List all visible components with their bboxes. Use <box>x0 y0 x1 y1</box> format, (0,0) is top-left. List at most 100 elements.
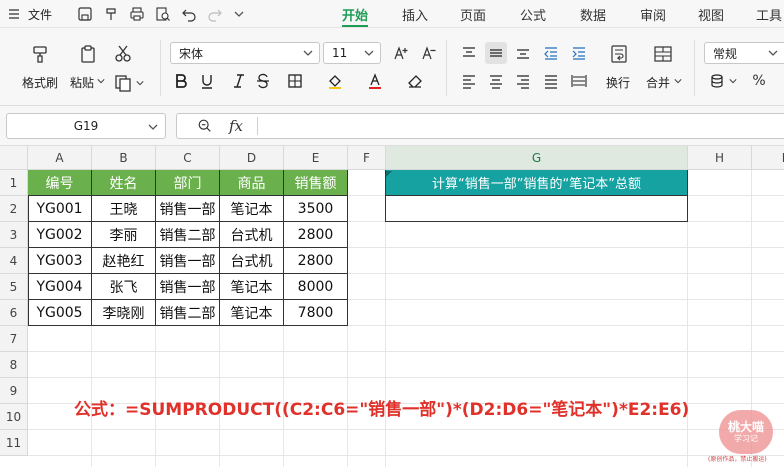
table-cell[interactable]: YG003 <box>28 248 92 274</box>
wrap-text-label[interactable]: 换行 <box>606 74 630 91</box>
column-header-c[interactable]: C <box>156 146 220 170</box>
column-header-h[interactable]: H <box>688 146 752 170</box>
file-menu[interactable]: 文件 <box>28 0 52 28</box>
table-cell[interactable]: 李晓刚 <box>92 300 156 326</box>
paste-dropdown-icon[interactable] <box>96 76 106 86</box>
table-cell[interactable]: 8000 <box>284 274 348 300</box>
wrap-text-icon[interactable] <box>607 42 631 66</box>
column-header-g[interactable]: G <box>386 146 688 170</box>
table-cell[interactable]: YG002 <box>28 222 92 248</box>
font-color-icon[interactable] <box>364 70 386 92</box>
column-header-e[interactable]: E <box>284 146 348 170</box>
decrease-font-icon[interactable] <box>418 42 440 64</box>
decrease-indent-icon[interactable] <box>540 42 562 64</box>
insert-function-button[interactable]: fx <box>229 117 243 135</box>
merge-cells-icon[interactable] <box>651 42 675 66</box>
row-header-4[interactable]: 4 <box>0 248 28 274</box>
format-painter-icon[interactable] <box>28 42 52 66</box>
table-header-cell[interactable]: 编号 <box>28 170 92 196</box>
spreadsheet-grid[interactable]: A B C D E F G H I 1 2 3 4 5 6 7 8 9 10 1… <box>0 146 784 467</box>
table-cell[interactable]: 笔记本 <box>220 300 284 326</box>
copy-dropdown-icon[interactable] <box>135 78 145 88</box>
row-header-8[interactable]: 8 <box>0 352 28 378</box>
cut-icon[interactable] <box>112 42 134 64</box>
tab-formula[interactable]: 公式 <box>520 0 546 28</box>
row-header-5[interactable]: 5 <box>0 274 28 300</box>
table-cell[interactable]: 李丽 <box>92 222 156 248</box>
print-icon[interactable] <box>128 5 146 23</box>
table-cell[interactable]: 笔记本 <box>220 274 284 300</box>
copy-icon[interactable] <box>112 72 134 94</box>
name-box[interactable]: G19 <box>6 113 166 139</box>
row-header-7[interactable]: 7 <box>0 326 28 352</box>
tab-page[interactable]: 页面 <box>460 0 486 28</box>
table-cell[interactable]: 2800 <box>284 248 348 274</box>
table-header-cell[interactable]: 部门 <box>156 170 220 196</box>
clear-format-icon[interactable] <box>404 70 426 92</box>
align-bottom-icon[interactable] <box>512 42 534 64</box>
tab-data[interactable]: 数据 <box>580 0 606 28</box>
table-header-cell[interactable]: 销售额 <box>284 170 348 196</box>
save-icon[interactable] <box>76 5 94 23</box>
quick-access-dropdown-icon[interactable] <box>230 5 248 23</box>
table-header-cell[interactable]: 商品 <box>220 170 284 196</box>
table-header-cell[interactable]: 姓名 <box>92 170 156 196</box>
table-cell[interactable]: YG005 <box>28 300 92 326</box>
strikethrough-icon[interactable] <box>252 70 274 92</box>
number-format-select[interactable]: 常规 <box>704 42 784 64</box>
paste-icon[interactable] <box>76 42 100 66</box>
zoom-search-icon[interactable] <box>197 118 215 136</box>
tab-tools[interactable]: 工具 <box>756 0 782 28</box>
merge-dropdown-icon[interactable] <box>673 76 683 86</box>
format-painter-label[interactable]: 格式刷 <box>22 74 58 91</box>
currency-icon[interactable] <box>706 70 728 92</box>
row-header-11[interactable]: 11 <box>0 430 28 456</box>
column-header-d[interactable]: D <box>220 146 284 170</box>
align-center-icon[interactable] <box>485 70 507 92</box>
table-cell[interactable]: 2800 <box>284 222 348 248</box>
table-cell[interactable]: 台式机 <box>220 222 284 248</box>
tab-review[interactable]: 审阅 <box>640 0 666 28</box>
distributed-align-icon[interactable] <box>568 70 590 92</box>
table-cell[interactable]: 台式机 <box>220 248 284 274</box>
row-header-10[interactable]: 10 <box>0 404 28 430</box>
paste-label[interactable]: 粘贴 <box>70 74 94 91</box>
underline-icon[interactable] <box>196 70 218 92</box>
percent-button[interactable]: % <box>748 70 770 92</box>
tab-insert[interactable]: 插入 <box>402 0 428 28</box>
bold-icon[interactable] <box>170 70 192 92</box>
undo-icon[interactable] <box>180 5 198 23</box>
answer-cell[interactable] <box>386 196 688 222</box>
font-name-select[interactable]: 宋体 <box>170 42 320 64</box>
table-cell[interactable]: YG001 <box>28 196 92 222</box>
borders-icon[interactable] <box>284 70 306 92</box>
tab-home[interactable]: 开始 <box>342 0 369 28</box>
select-all-corner[interactable] <box>0 146 28 170</box>
align-top-icon[interactable] <box>458 42 480 64</box>
align-middle-icon[interactable] <box>485 42 507 64</box>
table-cell[interactable]: 销售一部 <box>156 248 220 274</box>
justify-icon[interactable] <box>540 70 562 92</box>
increase-font-icon[interactable] <box>390 42 412 64</box>
redo-icon[interactable] <box>206 5 224 23</box>
table-cell[interactable]: 笔记本 <box>220 196 284 222</box>
row-header-1[interactable]: 1 <box>0 170 28 196</box>
question-title-cell[interactable]: 计算“销售一部”销售的“笔记本”总额 <box>386 170 688 196</box>
row-header-3[interactable]: 3 <box>0 222 28 248</box>
table-cell[interactable]: 销售一部 <box>156 274 220 300</box>
row-header-2[interactable]: 2 <box>0 196 28 222</box>
align-right-icon[interactable] <box>512 70 534 92</box>
column-header-b[interactable]: B <box>92 146 156 170</box>
merge-cells-label[interactable]: 合并 <box>646 74 670 91</box>
print-preview-icon[interactable] <box>154 5 172 23</box>
tab-view[interactable]: 视图 <box>698 0 724 28</box>
fill-color-icon[interactable] <box>324 70 346 92</box>
column-header-i[interactable]: I <box>752 146 784 170</box>
column-header-f[interactable]: F <box>348 146 386 170</box>
hamburger-icon[interactable] <box>8 0 20 28</box>
table-cell[interactable]: 王晓 <box>92 196 156 222</box>
table-cell[interactable]: 销售二部 <box>156 300 220 326</box>
increase-indent-icon[interactable] <box>568 42 590 64</box>
table-cell[interactable]: YG004 <box>28 274 92 300</box>
row-header-9[interactable]: 9 <box>0 378 28 404</box>
